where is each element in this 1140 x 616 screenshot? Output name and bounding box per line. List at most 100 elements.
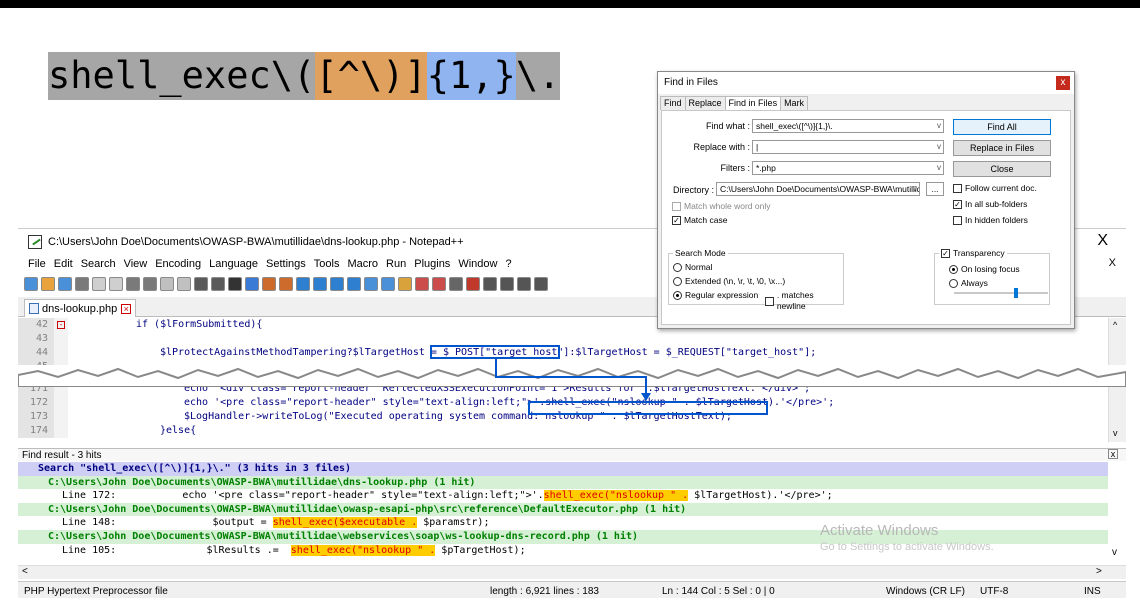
- toolbar-button-icon[interactable]: [466, 277, 480, 291]
- toolbar-button-icon[interactable]: [262, 277, 276, 291]
- toolbar-button-icon[interactable]: [279, 277, 293, 291]
- menu-item-12[interactable]: ?: [505, 255, 511, 273]
- menu-item-1[interactable]: Edit: [54, 255, 73, 273]
- toolbar-button-icon[interactable]: [347, 277, 361, 291]
- checkbox-box[interactable]: ✓: [672, 216, 681, 225]
- window-close-button[interactable]: X: [1097, 233, 1108, 249]
- toolbar-button-icon[interactable]: [364, 277, 378, 291]
- horizontal-scrollbar[interactable]: < >: [18, 565, 1126, 579]
- checkbox-box[interactable]: [765, 296, 774, 306]
- scroll-right-icon[interactable]: >: [1096, 566, 1102, 577]
- menu-item-11[interactable]: Window: [458, 255, 497, 273]
- toolbar-button-icon[interactable]: [245, 277, 259, 291]
- find-result-file[interactable]: C:\Users\John Doe\Documents\OWASP-BWA\mu…: [18, 475, 1108, 490]
- replace-in-files-button[interactable]: Replace in Files: [953, 140, 1051, 156]
- toolbar-button-icon[interactable]: [296, 277, 310, 291]
- menu-item-10[interactable]: Plugins: [414, 255, 450, 273]
- tab-find[interactable]: Find: [660, 96, 686, 110]
- menu-item-9[interactable]: Run: [386, 255, 406, 273]
- tab-find-in-files[interactable]: Find in Files: [724, 96, 782, 110]
- tab-replace[interactable]: Replace: [684, 96, 726, 110]
- checkbox-box[interactable]: [672, 202, 681, 211]
- menu-item-4[interactable]: Encoding: [155, 255, 201, 273]
- mode-regex-radio[interactable]: Regular expression: [673, 290, 758, 301]
- toolbar-button-icon[interactable]: [500, 277, 514, 291]
- menu-item-3[interactable]: View: [124, 255, 148, 273]
- fold-margin[interactable]: [54, 410, 68, 424]
- directory-input[interactable]: C:\Users\John Doe\Documents\OWASP-BWA\mu…: [716, 182, 920, 196]
- always-radio[interactable]: Always: [949, 278, 988, 289]
- toolbar-button-icon[interactable]: [415, 277, 429, 291]
- fold-margin[interactable]: [54, 346, 68, 360]
- toolbar-button-icon[interactable]: [330, 277, 344, 291]
- tab-close-icon[interactable]: ×: [121, 303, 132, 314]
- slider-thumb[interactable]: [1014, 288, 1018, 298]
- find-all-button[interactable]: Find All: [953, 119, 1051, 135]
- radio-circle[interactable]: [949, 265, 958, 274]
- checkbox-box[interactable]: ✓: [953, 200, 962, 209]
- chevron-down-icon[interactable]: v: [937, 162, 941, 174]
- toolbar-button-icon[interactable]: [24, 277, 38, 291]
- toolbar-button-icon[interactable]: [109, 277, 123, 291]
- browse-button[interactable]: ...: [926, 182, 944, 196]
- toolbar-button-icon[interactable]: [143, 277, 157, 291]
- find-result-line[interactable]: Line 172: echo '<pre class="report-heade…: [18, 489, 1108, 503]
- dialog-close-button[interactable]: x: [1056, 76, 1070, 90]
- toolbar-button-icon[interactable]: [58, 277, 72, 291]
- mode-extended-radio[interactable]: Extended (\n, \r, \t, \0, \x...): [673, 276, 785, 287]
- fold-margin[interactable]: [54, 396, 68, 410]
- checkbox-box[interactable]: [953, 216, 962, 225]
- toolbar-button-icon[interactable]: [194, 277, 208, 291]
- in-hidden-folders-checkbox[interactable]: In hidden folders: [953, 215, 1028, 226]
- menu-item-8[interactable]: Macro: [347, 255, 378, 273]
- mode-normal-radio[interactable]: Normal: [673, 262, 712, 273]
- close-button[interactable]: Close: [953, 161, 1051, 177]
- code-line[interactable]: 174}else{: [18, 424, 1108, 438]
- toolbar-button-icon[interactable]: [381, 277, 395, 291]
- toolbar-button-icon[interactable]: [483, 277, 497, 291]
- radio-circle[interactable]: [673, 263, 682, 272]
- results-scroll-down-icon[interactable]: v: [1112, 547, 1117, 558]
- menu-item-5[interactable]: Language: [209, 255, 258, 273]
- toolbar-button-icon[interactable]: [75, 277, 89, 291]
- match-case-checkbox[interactable]: ✓ Match case: [672, 215, 727, 226]
- toolbar-button-icon[interactable]: [449, 277, 463, 291]
- radio-circle[interactable]: [673, 291, 682, 300]
- toolbar-button-icon[interactable]: [228, 277, 242, 291]
- transparency-slider[interactable]: [954, 288, 1048, 298]
- toolbar-button-icon[interactable]: [177, 277, 191, 291]
- tab-dns-lookup[interactable]: dns-lookup.php ×: [24, 299, 137, 317]
- toolbar-button-icon[interactable]: [398, 277, 412, 291]
- chevron-down-icon[interactable]: v: [913, 183, 917, 195]
- chevron-down-icon[interactable]: v: [937, 120, 941, 132]
- fold-margin[interactable]: [54, 424, 68, 438]
- scroll-up-icon[interactable]: ^: [1113, 320, 1117, 330]
- match-whole-word-checkbox[interactable]: Match whole word only: [672, 201, 770, 212]
- scroll-left-icon[interactable]: <: [22, 566, 28, 577]
- chevron-down-icon[interactable]: v: [937, 141, 941, 153]
- toolbar-button-icon[interactable]: [160, 277, 174, 291]
- transparency-checkbox[interactable]: ✓ Transparency: [939, 248, 1007, 259]
- toolbar-button-icon[interactable]: [534, 277, 548, 291]
- on-losing-focus-radio[interactable]: On losing focus: [949, 264, 1020, 275]
- radio-circle[interactable]: [673, 277, 682, 286]
- toolbar-button-icon[interactable]: [313, 277, 327, 291]
- menu-item-7[interactable]: Tools: [314, 255, 340, 273]
- status-eol[interactable]: Windows (CR LF): [886, 586, 965, 597]
- matches-newline-checkbox[interactable]: . matches newline: [765, 290, 843, 312]
- find-result-close-icon[interactable]: x: [1108, 449, 1118, 459]
- code-line[interactable]: 43: [18, 332, 1108, 346]
- checkbox-box[interactable]: [953, 184, 962, 193]
- status-encoding[interactable]: UTF-8: [980, 586, 1008, 597]
- find-result-file[interactable]: C:\Users\John Doe\Documents\OWASP-BWA\mu…: [18, 502, 1108, 517]
- tab-mark[interactable]: Mark: [780, 96, 809, 110]
- find-result-line[interactable]: Line 148: $output = shell_exec($executab…: [18, 516, 1108, 530]
- toolbar-button-icon[interactable]: [126, 277, 140, 291]
- follow-current-doc-checkbox[interactable]: Follow current doc.: [953, 183, 1037, 194]
- toolbar-button-icon[interactable]: [517, 277, 531, 291]
- toolbar-button-icon[interactable]: [41, 277, 55, 291]
- radio-circle[interactable]: [949, 279, 958, 288]
- menu-item-0[interactable]: File: [28, 255, 46, 273]
- toolbar-button-icon[interactable]: [432, 277, 446, 291]
- menu-item-2[interactable]: Search: [81, 255, 116, 273]
